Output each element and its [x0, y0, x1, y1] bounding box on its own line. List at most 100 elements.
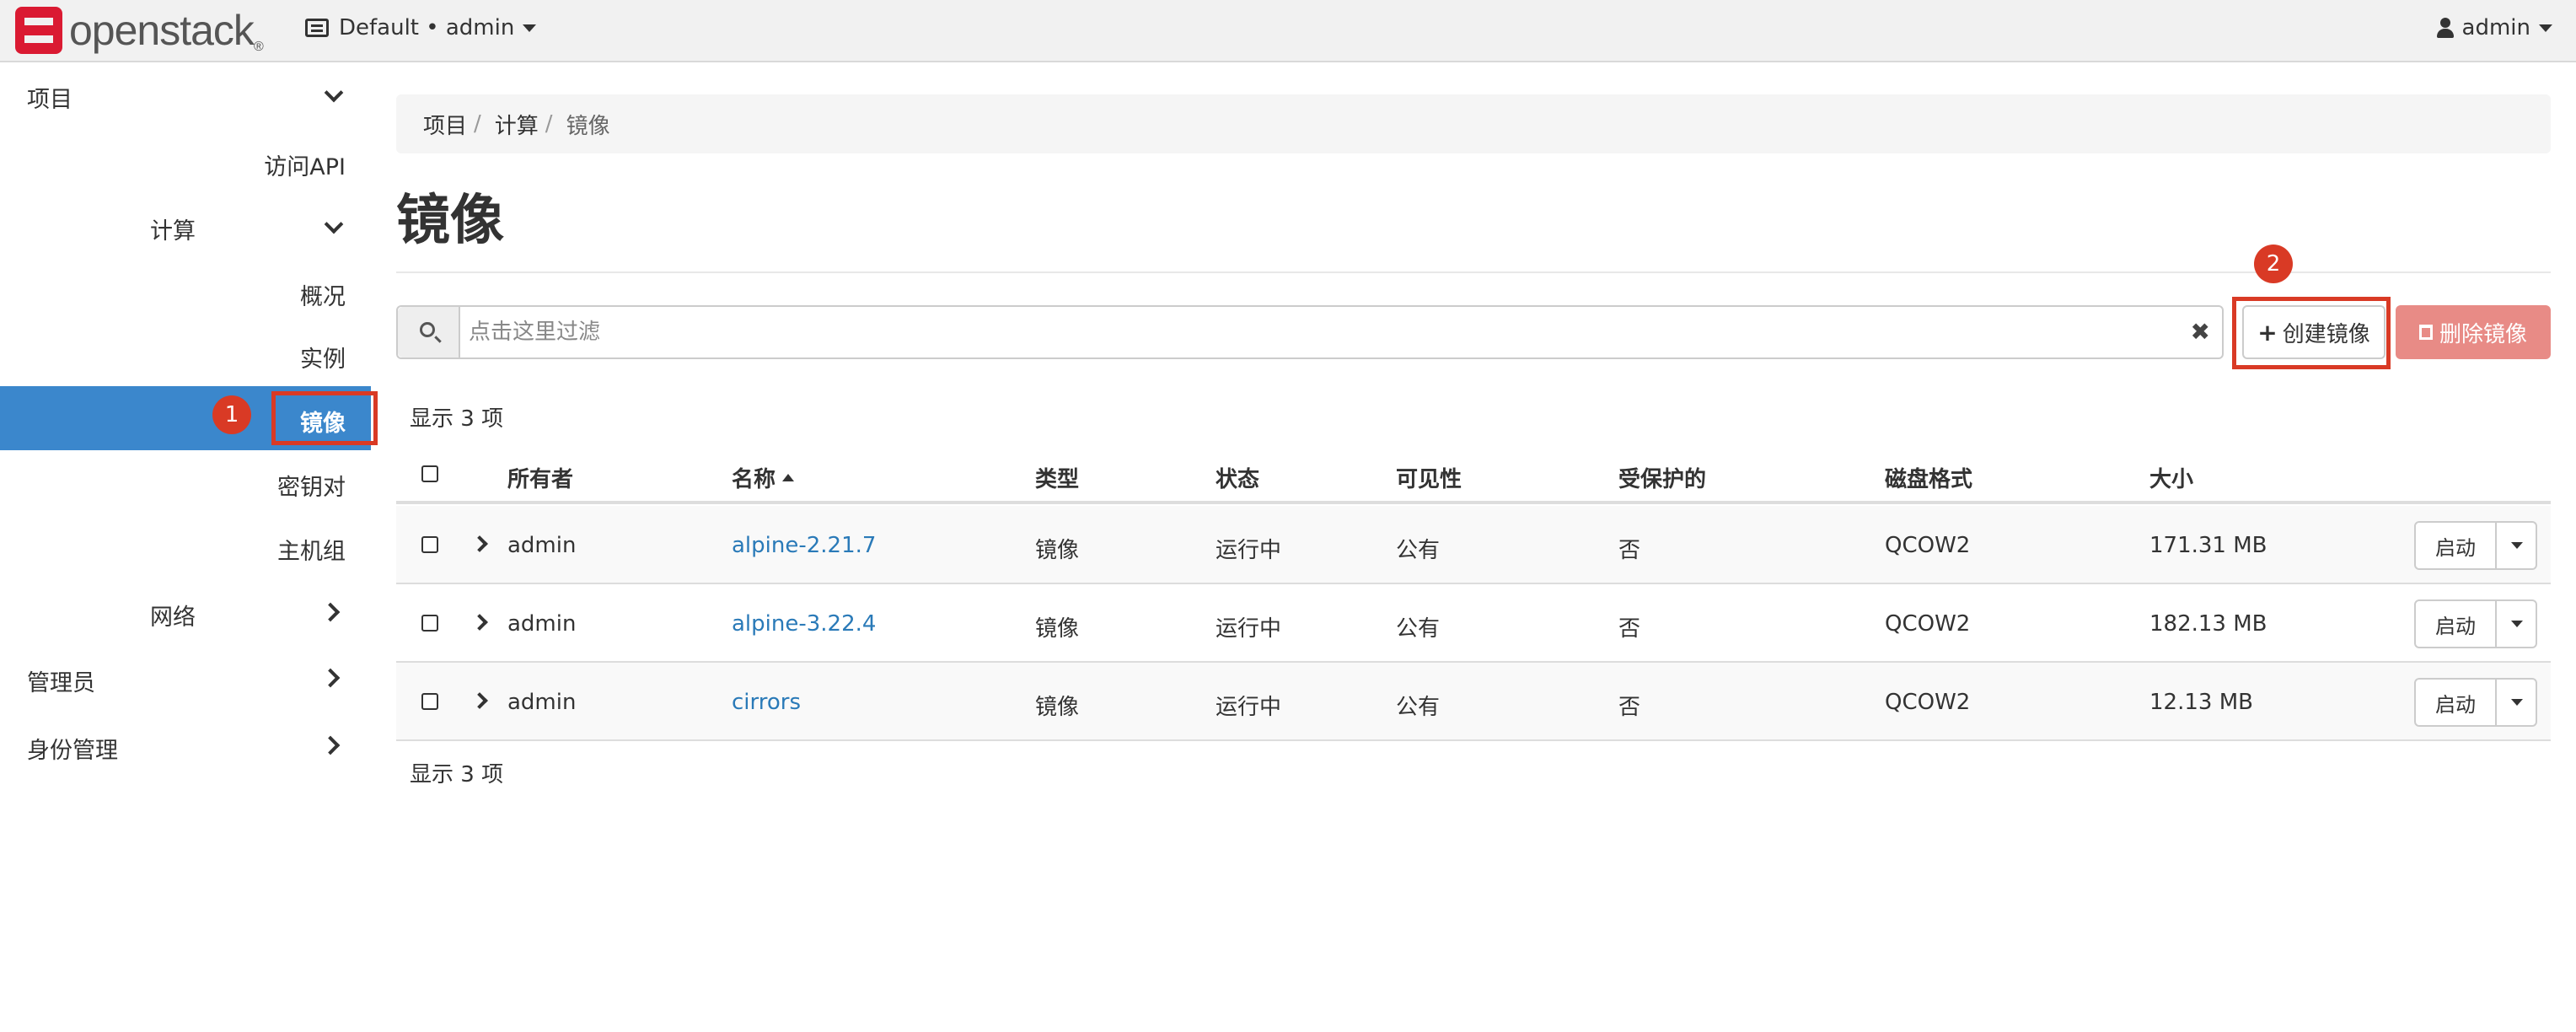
- row-checkbox[interactable]: [421, 693, 438, 710]
- row-checkbox[interactable]: [421, 615, 438, 632]
- sidebar-item-project[interactable]: 项目: [27, 81, 72, 114]
- sidebar-item-compute[interactable]: 计算: [150, 212, 196, 245]
- column-visibility[interactable]: 可见性: [1396, 462, 1462, 493]
- caret-down-icon: [523, 24, 537, 32]
- sidebar-item-api-access[interactable]: 访问API: [264, 148, 346, 181]
- cell-disk-format: QCOW2: [1885, 611, 1971, 637]
- page-title: 镜像: [396, 190, 504, 252]
- sidebar-item-overview[interactable]: 概况: [300, 278, 346, 311]
- sidebar-item-network[interactable]: 网络: [150, 599, 196, 632]
- annotation-badge-2: 2: [2254, 245, 2293, 283]
- row-actions-dropdown[interactable]: [2498, 523, 2536, 568]
- launch-button[interactable]: 启动: [2416, 680, 2497, 725]
- launch-button[interactable]: 启动: [2416, 523, 2497, 568]
- column-disk-format[interactable]: 磁盘格式: [1885, 462, 1972, 493]
- column-protected[interactable]: 受保护的: [1618, 462, 1706, 493]
- expand-row-icon[interactable]: [471, 692, 488, 709]
- cell-disk-format: QCOW2: [1885, 533, 1971, 558]
- table-row: admin alpine-3.22.4 镜像 运行中 公有 否 QCOW2 18…: [396, 584, 2551, 663]
- column-type[interactable]: 类型: [1035, 462, 1079, 493]
- sidebar-item-label: 网络: [150, 605, 196, 631]
- cell-owner: admin: [507, 533, 577, 558]
- image-name-link[interactable]: alpine-2.21.7: [732, 533, 876, 558]
- table-header: 所有者 名称 类型 状态 可见性 受保护的 磁盘格式 大小: [396, 443, 2551, 504]
- sidebar-item-label: 计算: [150, 218, 196, 245]
- column-size[interactable]: 大小: [2149, 462, 2193, 493]
- clear-filter-icon[interactable]: ✖: [2191, 318, 2210, 346]
- project-switcher[interactable]: Default • admin: [305, 15, 537, 40]
- caret-down-icon: [2511, 699, 2523, 706]
- sidebar-item-admin[interactable]: 管理员: [27, 664, 95, 697]
- breadcrumb-separator: /: [474, 111, 481, 137]
- row-action-group: 启动: [2414, 678, 2537, 727]
- project-switcher-label: Default • admin: [339, 15, 515, 40]
- cell-size: 182.13 MB: [2149, 611, 2267, 637]
- trash-icon: [2418, 325, 2433, 340]
- user-menu[interactable]: admin: [2436, 15, 2552, 40]
- sidebar-item-label: 项目: [27, 87, 72, 113]
- chevron-right-icon: [320, 668, 341, 688]
- filter-input[interactable]: [469, 314, 2138, 351]
- search-addon: [398, 307, 460, 357]
- openstack-logo[interactable]: openstack®: [15, 5, 264, 56]
- breadcrumb-item-images: 镜像: [566, 113, 610, 139]
- cell-visibility: 公有: [1396, 538, 1441, 563]
- item-count-bottom: 显示 3 项: [410, 762, 504, 787]
- brand-name: openstack®: [69, 7, 264, 54]
- sidebar-item-label: 主机组: [277, 539, 346, 565]
- cell-owner: admin: [507, 690, 577, 715]
- cell-type: 镜像: [1035, 695, 1080, 720]
- cell-disk-format: QCOW2: [1885, 690, 1971, 715]
- user-menu-label: admin: [2461, 15, 2530, 40]
- sidebar-item-label: 实例: [300, 347, 346, 373]
- title-divider: [396, 271, 2551, 273]
- sidebar-item-server-groups[interactable]: 主机组: [277, 533, 346, 566]
- cell-visibility: 公有: [1396, 695, 1441, 720]
- image-name-link[interactable]: cirrors: [732, 690, 801, 715]
- sidebar-item-label: 身份管理: [27, 738, 118, 764]
- breadcrumb-item-project[interactable]: 项目: [423, 109, 467, 140]
- expand-row-icon[interactable]: [471, 614, 488, 631]
- filter-box: ✖: [396, 305, 2224, 359]
- cell-protected: 否: [1618, 538, 1641, 563]
- caret-down-icon: [2539, 24, 2552, 32]
- caret-down-icon: [2511, 621, 2523, 627]
- sidebar-item-key-pairs[interactable]: 密钥对: [277, 469, 346, 502]
- sidebar-item-instances[interactable]: 实例: [300, 341, 346, 374]
- chevron-down-icon: [324, 83, 344, 103]
- row-actions-dropdown[interactable]: [2498, 680, 2536, 725]
- sidebar-item-label: 管理员: [27, 670, 95, 696]
- cell-size: 171.31 MB: [2149, 533, 2267, 558]
- cell-status: 运行中: [1216, 695, 1282, 720]
- search-icon: [420, 322, 435, 337]
- launch-button[interactable]: 启动: [2416, 601, 2497, 647]
- annotation-box-2: [2232, 297, 2391, 369]
- row-checkbox[interactable]: [421, 536, 438, 553]
- sidebar-item-identity[interactable]: 身份管理: [27, 732, 118, 765]
- chevron-right-icon: [320, 602, 341, 622]
- breadcrumb-item-compute[interactable]: 计算: [495, 109, 539, 140]
- user-icon: [2436, 18, 2454, 38]
- delete-images-button[interactable]: 删除镜像: [2396, 305, 2551, 359]
- cell-protected: 否: [1618, 695, 1641, 720]
- breadcrumb-separator: /: [545, 111, 553, 137]
- project-list-icon: [305, 19, 329, 37]
- cell-protected: 否: [1618, 616, 1641, 642]
- cell-status: 运行中: [1216, 616, 1282, 642]
- cell-visibility: 公有: [1396, 616, 1441, 642]
- top-navbar: openstack® Default • admin admin: [0, 0, 2576, 62]
- row-actions-dropdown[interactable]: [2498, 601, 2536, 647]
- cell-owner: admin: [507, 611, 577, 637]
- sidebar-item-label: 访问API: [264, 154, 346, 180]
- item-count-top: 显示 3 项: [410, 406, 504, 432]
- column-status[interactable]: 状态: [1216, 462, 1259, 493]
- column-owner[interactable]: 所有者: [507, 462, 573, 493]
- expand-row-icon[interactable]: [471, 535, 488, 552]
- select-all-checkbox[interactable]: [421, 465, 438, 482]
- column-name[interactable]: 名称: [732, 462, 795, 493]
- image-name-link[interactable]: alpine-3.22.4: [732, 611, 876, 637]
- row-action-group: 启动: [2414, 599, 2537, 648]
- delete-images-label: 删除镜像: [2439, 321, 2527, 347]
- table-row: admin alpine-2.21.7 镜像 运行中 公有 否 QCOW2 17…: [396, 506, 2551, 584]
- annotation-box-1: [271, 391, 378, 445]
